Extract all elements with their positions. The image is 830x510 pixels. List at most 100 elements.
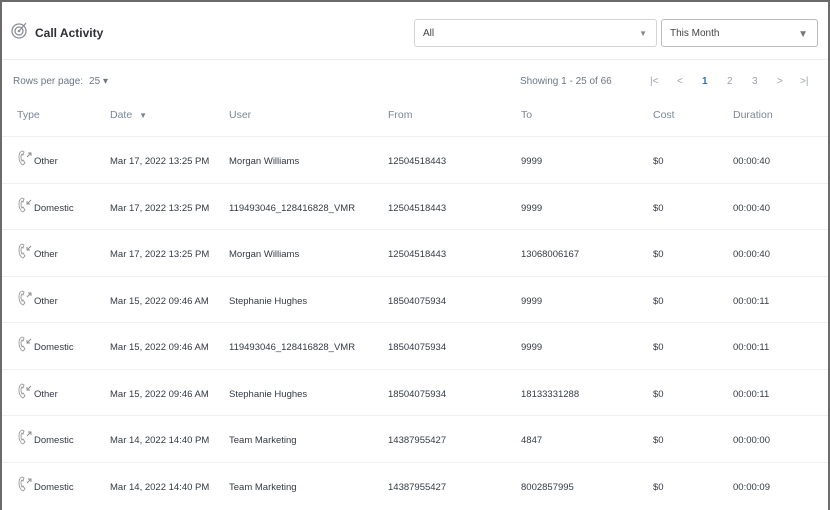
sort-desc-icon: ▼ [139, 111, 148, 120]
showing-count: Showing 1 - 25 of 66 [520, 76, 612, 87]
cell-user: 119493046_128416828_VMR [229, 202, 356, 214]
next-page-button[interactable]: > [777, 76, 783, 87]
cell-cost: $0 [653, 156, 664, 167]
target-icon [11, 22, 27, 39]
cell-date: Mar 17, 2022 13:25 PM [110, 202, 210, 214]
cell-user: Team Marketing [229, 435, 297, 446]
cell-from: 14387955427 [388, 435, 447, 446]
cell-user: Stephanie Hughes [229, 295, 308, 307]
prev-page-button[interactable]: < [677, 76, 683, 87]
cell-duration: 00:00:00 [733, 435, 770, 446]
panel-header: Call Activity All ▼ This Month ▼ [2, 2, 828, 60]
column-header-to[interactable]: To [521, 109, 532, 121]
cell-duration: 00:00:09 [733, 481, 770, 493]
cell-user: Morgan Williams [229, 156, 300, 167]
table-row[interactable]: Domestic Mar 14, 2022 14:40 PM Team Market… [2, 461, 828, 509]
table-row[interactable]: Other Mar 17, 2022 13:25 PM Morgan William… [2, 136, 828, 183]
cell-from: 14387955427 [388, 481, 447, 493]
table-row[interactable]: Other Mar 15, 2022 09:46 AM Stephanie Hugh… [2, 368, 828, 416]
call-type-select[interactable]: All ▼ [414, 19, 657, 47]
column-header-cost[interactable]: Cost [653, 109, 675, 121]
cell-to: 13068006167 [521, 249, 580, 260]
cell-duration: 00:00:11 [733, 295, 770, 307]
cell-date: Mar 15, 2022 09:46 AM [110, 295, 209, 307]
date-header-label: Date [110, 109, 133, 121]
cell-type: Other [34, 295, 58, 307]
cell-duration: 00:00:11 [733, 342, 770, 353]
rows-per-page-select[interactable]: 25 ▾ [89, 76, 108, 87]
cell-from: 12504518443 [388, 249, 447, 260]
outgoing-call-icon [18, 476, 32, 492]
incoming-call-icon [18, 243, 32, 259]
cell-date: Mar 15, 2022 09:46 AM [110, 388, 209, 400]
cell-cost: $0 [653, 295, 664, 307]
cell-type: Other [34, 156, 58, 167]
cell-cost: $0 [653, 202, 664, 214]
cell-user: 119493046_128416828_VMR [229, 342, 356, 353]
cell-duration: 00:00:40 [733, 202, 770, 214]
cell-user: Stephanie Hughes [229, 388, 308, 400]
period-value: This Month [670, 28, 720, 39]
cell-date: Mar 17, 2022 13:25 PM [110, 156, 210, 167]
outgoing-call-icon [18, 429, 32, 445]
cell-date: Mar 15, 2022 09:46 AM [110, 342, 209, 353]
rows-per-page-label: Rows per page: [13, 76, 84, 87]
table-row[interactable]: Other Mar 17, 2022 13:25 PM Morgan William… [2, 229, 828, 276]
incoming-call-icon [18, 197, 32, 213]
cell-date: Mar 17, 2022 13:25 PM [110, 249, 210, 260]
cell-cost: $0 [653, 342, 664, 353]
cell-from: 12504518443 [388, 156, 447, 167]
cell-type: Domestic [34, 342, 74, 353]
column-header-type[interactable]: Type [17, 109, 40, 121]
column-header-from[interactable]: From [388, 109, 413, 121]
table-row[interactable]: Other Mar 15, 2022 09:46 AM Stephanie Hugh… [2, 275, 828, 323]
incoming-call-icon [18, 336, 32, 352]
column-header-user[interactable]: User [229, 109, 251, 121]
cell-from: 18504075934 [388, 295, 447, 307]
outgoing-call-icon [18, 290, 32, 306]
cell-cost: $0 [653, 249, 664, 260]
cell-user: Morgan Williams [229, 249, 300, 260]
rows-per-page: Rows per page: 25 ▾ [13, 76, 108, 87]
cell-to: 4847 [521, 435, 543, 446]
cell-date: Mar 14, 2022 14:40 PM [110, 481, 210, 493]
cell-duration: 00:00:40 [733, 249, 770, 260]
cell-from: 18504075934 [388, 342, 447, 353]
cell-type: Domestic [34, 435, 74, 446]
call-type-value: All [423, 28, 435, 39]
cell-to: 9999 [521, 202, 543, 214]
first-page-button[interactable]: |< [650, 76, 658, 87]
cell-cost: $0 [653, 481, 664, 493]
cell-to: 9999 [521, 156, 543, 167]
cell-type: Domestic [34, 202, 74, 214]
cell-cost: $0 [653, 435, 664, 446]
chevron-down-icon: ▼ [639, 29, 647, 38]
cell-type: Other [34, 388, 58, 400]
chevron-down-icon: ▼ [798, 29, 808, 40]
cell-from: 12504518443 [388, 202, 447, 214]
cell-to: 9999 [521, 295, 543, 307]
rows-per-page-value: 25 [89, 76, 101, 87]
page-2-button[interactable]: 2 [727, 76, 733, 87]
cell-from: 18504075934 [388, 388, 447, 400]
page-3-button[interactable]: 3 [752, 76, 758, 87]
cell-date: Mar 14, 2022 14:40 PM [110, 435, 210, 446]
cell-to: 8002857995 [521, 481, 574, 493]
cell-to: 18133331288 [521, 388, 580, 400]
column-header-date[interactable]: Date ▼ [110, 109, 147, 121]
call-activity-panel: Call Activity All ▼ This Month ▼ Rows per … [0, 0, 830, 510]
incoming-call-icon [18, 383, 32, 399]
page-1-button[interactable]: 1 [702, 76, 708, 87]
cell-type: Domestic [34, 481, 74, 493]
page-title: Call Activity [35, 26, 104, 40]
column-header-duration[interactable]: Duration [733, 109, 773, 121]
cell-duration: 00:00:11 [733, 388, 770, 400]
cell-duration: 00:00:40 [733, 156, 770, 167]
table-row[interactable]: Domestic Mar 17, 2022 13:25 PM 119493046_1… [2, 182, 828, 230]
cell-to: 9999 [521, 342, 543, 353]
period-select[interactable]: This Month ▼ [661, 19, 818, 47]
table-row[interactable]: Domestic Mar 14, 2022 14:40 PM Team Market… [2, 415, 828, 462]
cell-user: Team Marketing [229, 481, 297, 493]
last-page-button[interactable]: >| [800, 76, 808, 87]
table-row[interactable]: Domestic Mar 15, 2022 09:46 AM 119493046_1… [2, 322, 828, 369]
